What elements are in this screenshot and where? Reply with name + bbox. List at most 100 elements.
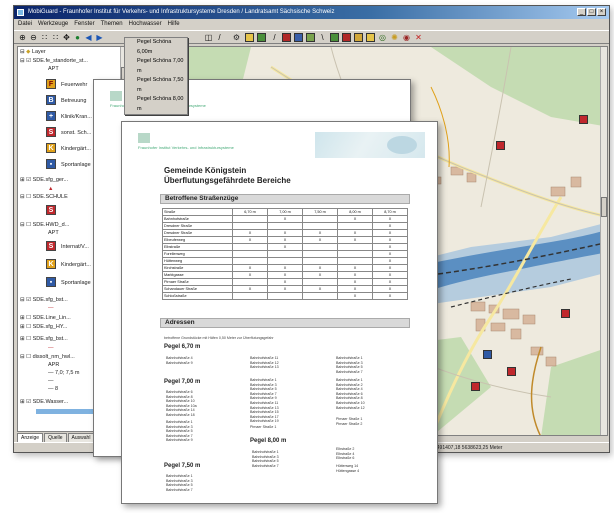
street-name-cell: Bahnhofstraße xyxy=(162,215,233,223)
layer-sfg-hy[interactable]: ⊞ ☐ SDE.sfg_HY... xyxy=(20,324,67,330)
layer-yellow-icon[interactable] xyxy=(245,33,254,42)
address-item: Bahnhofstraße 7 xyxy=(166,487,193,492)
layer-line-lin[interactable]: ⊞ ☐ SDE.Line_Lin... xyxy=(20,315,71,321)
poi-marker-red-3[interactable] xyxy=(507,367,516,376)
delete-icon[interactable]: ✕ xyxy=(414,33,423,42)
layer-lime-icon[interactable] xyxy=(306,33,315,42)
menu-item-pegel-700[interactable]: Pegel Schöna 7,00 m xyxy=(125,57,187,76)
address-list: Bahnhofstraße 1 Bahnhofstraße 2 Bahnhofstr… xyxy=(336,378,365,410)
layer-internat[interactable]: Internat/V... xyxy=(61,244,89,250)
poi-marker-red[interactable] xyxy=(496,141,505,150)
close-button[interactable]: × xyxy=(597,8,606,16)
zoom-out-icon[interactable]: ⊖ xyxy=(29,33,38,42)
back-icon[interactable]: ◀ xyxy=(84,33,93,42)
layer-green-icon[interactable] xyxy=(257,33,266,42)
flood-mark-cell: X xyxy=(267,243,303,251)
menu-datei[interactable]: Datei xyxy=(18,19,32,30)
target-icon[interactable]: ◎ xyxy=(378,33,387,42)
line-tool-2-icon[interactable]: \ xyxy=(318,33,327,42)
layer-hwd[interactable]: ⊟ ☐ SDE.HWD_d... xyxy=(20,222,69,228)
table-row: Elbstraße X X xyxy=(162,243,408,251)
address-item: Bahnhofstraße 18 xyxy=(166,412,195,417)
flood-mark-cell xyxy=(302,292,338,300)
layer-apt-label-2: APT xyxy=(48,230,59,236)
menu-themen[interactable]: Themen xyxy=(101,19,123,30)
sports-2-icon: ▪ xyxy=(46,277,56,287)
address-item: Bahnhofstraße 19 xyxy=(250,419,279,424)
poi-marker-red-2[interactable] xyxy=(561,309,570,318)
layer-schule[interactable]: ⊟ ☐ SDE.SCHULE xyxy=(20,194,68,200)
flood-mark-cell xyxy=(232,215,268,223)
address-list: Bahnhofstraße 1 Bahnhofstraße 3 Bahnhofstr… xyxy=(336,356,363,374)
maximize-button[interactable]: □ xyxy=(587,8,596,16)
internat-icon: S xyxy=(46,241,56,251)
menu-hochwasser[interactable]: Hochwasser xyxy=(129,19,162,30)
layer-sonst-schule[interactable]: sonst. Sch... xyxy=(61,130,91,136)
menu-werkzeuge[interactable]: Werkzeuge xyxy=(38,19,68,30)
sun-icon[interactable]: ✺ xyxy=(390,33,399,42)
poi-marker-blue[interactable] xyxy=(483,350,492,359)
address-item: Elbstraße 2 xyxy=(336,447,355,451)
layer-sportanlage-2[interactable]: Sportanlage xyxy=(61,280,91,286)
full-extent-icon[interactable]: ∷ xyxy=(40,33,49,42)
layer-red-icon[interactable] xyxy=(282,33,291,42)
street-name-cell: Marktgasse xyxy=(162,271,233,279)
zoom-in-icon[interactable]: ⊕ xyxy=(18,33,27,42)
menu-bar: Datei Werkzeuge Fenster Themen Hochwasse… xyxy=(14,19,609,30)
section-streets-heading: Betroffene Straßenzüge xyxy=(160,194,410,204)
layer-blue-icon[interactable] xyxy=(294,33,303,42)
globe-icon[interactable]: ● xyxy=(73,33,82,42)
layer-red-2-icon[interactable] xyxy=(342,33,351,42)
minimize-button[interactable]: _ xyxy=(577,8,586,16)
streets-table: Straße 6,70 m 7,00 m 7,50 m 8,00 m 8,70 … xyxy=(162,208,408,300)
forward-icon[interactable]: ▶ xyxy=(95,33,104,42)
layer-kindergarten-2[interactable]: Kindergärt... xyxy=(61,262,91,268)
menu-item-pegel-750[interactable]: Pegel Schöna 7,50 m xyxy=(125,76,187,95)
layer-kindergarten[interactable]: Kindergärt... xyxy=(61,146,91,152)
layer-gold-icon[interactable] xyxy=(354,33,363,42)
street-name-cell: Forellenweg xyxy=(162,250,233,258)
layer-klinik[interactable]: Klinik/Kran... xyxy=(61,114,92,120)
flood-mark-cell: X xyxy=(337,278,373,286)
map-scrollbar[interactable] xyxy=(600,47,607,435)
flood-mark-cell xyxy=(302,250,338,258)
title-bar[interactable]: MobiGuard - Fraunhofer Institut für Verk… xyxy=(14,6,609,19)
layer-sfg-ger[interactable]: ⊞ ☑ SDE.sfg_ger... xyxy=(20,177,68,183)
poi-marker-red-5[interactable] xyxy=(579,115,588,124)
flood-mark-cell: X xyxy=(232,236,268,244)
address-list: Bahnhofstraße 1 Bahnhofstraße 3 Bahnhofstr… xyxy=(250,378,279,424)
menu-hilfe[interactable]: Hilfe xyxy=(168,19,180,30)
identify-icon[interactable]: ◫ xyxy=(204,33,213,42)
layer-yellow-2-icon[interactable] xyxy=(366,33,375,42)
menu-item-pegel-600[interactable]: Pegel Schöna 6,00m xyxy=(125,38,187,57)
kindergarten-icon: K xyxy=(46,143,56,153)
flood-mark-cell: X xyxy=(372,229,408,237)
measure-icon[interactable]: / xyxy=(215,33,224,42)
institute-logo-front: Fraunhofer Institut Verkehrs- und Infras… xyxy=(138,133,234,150)
layer-wasser[interactable]: ⊞ ☑ SDE.Wasser... xyxy=(20,399,68,405)
layer-sfg-bst-2[interactable]: ⊞ ☐ SDE.sfg_bst... xyxy=(20,336,68,342)
layer-root[interactable]: ⊟ ◆ Layer xyxy=(20,49,46,55)
layer-dissolt[interactable]: ⊟ ☐ dissolt_nm_hwl... xyxy=(20,354,75,360)
layer-sportanlage[interactable]: Sportanlage xyxy=(61,162,91,168)
address-item: Bahnhofstraße 1 xyxy=(336,378,363,382)
layer-green-2-icon[interactable] xyxy=(330,33,339,42)
address-list: Hüttenweg 14 Hüttengasse 4 xyxy=(336,464,359,473)
menu-fenster[interactable]: Fenster xyxy=(74,19,94,30)
layer-fe-standorte[interactable]: ⊟ ☑ SDE.fe_standorte_st... xyxy=(20,58,88,64)
layer-sfg-bst[interactable]: ⊟ ☑ SDE.sfg_bst... xyxy=(20,297,68,303)
flood-mark-cell: X xyxy=(302,264,338,272)
line-tool-icon[interactable]: / xyxy=(270,33,279,42)
flood-mark-cell: X xyxy=(267,271,303,279)
layer-betreuung[interactable]: Betreuung xyxy=(61,98,86,104)
flood-mark-cell xyxy=(302,257,338,265)
fixed-zoom-icon[interactable]: ∷ xyxy=(51,33,60,42)
pan-icon[interactable]: ✥ xyxy=(62,33,71,42)
stop-icon[interactable]: ◉ xyxy=(402,33,411,42)
menu-item-pegel-800[interactable]: Pegel Schöna 8,00 m xyxy=(125,95,187,114)
settings-icon[interactable]: ⚙ xyxy=(232,33,241,42)
layer-feuerwehr[interactable]: Feuerwehr xyxy=(61,82,87,88)
flood-mark-cell xyxy=(337,250,373,258)
layer-apr-label: APR xyxy=(48,362,60,368)
poi-marker-red-4[interactable] xyxy=(471,382,480,391)
